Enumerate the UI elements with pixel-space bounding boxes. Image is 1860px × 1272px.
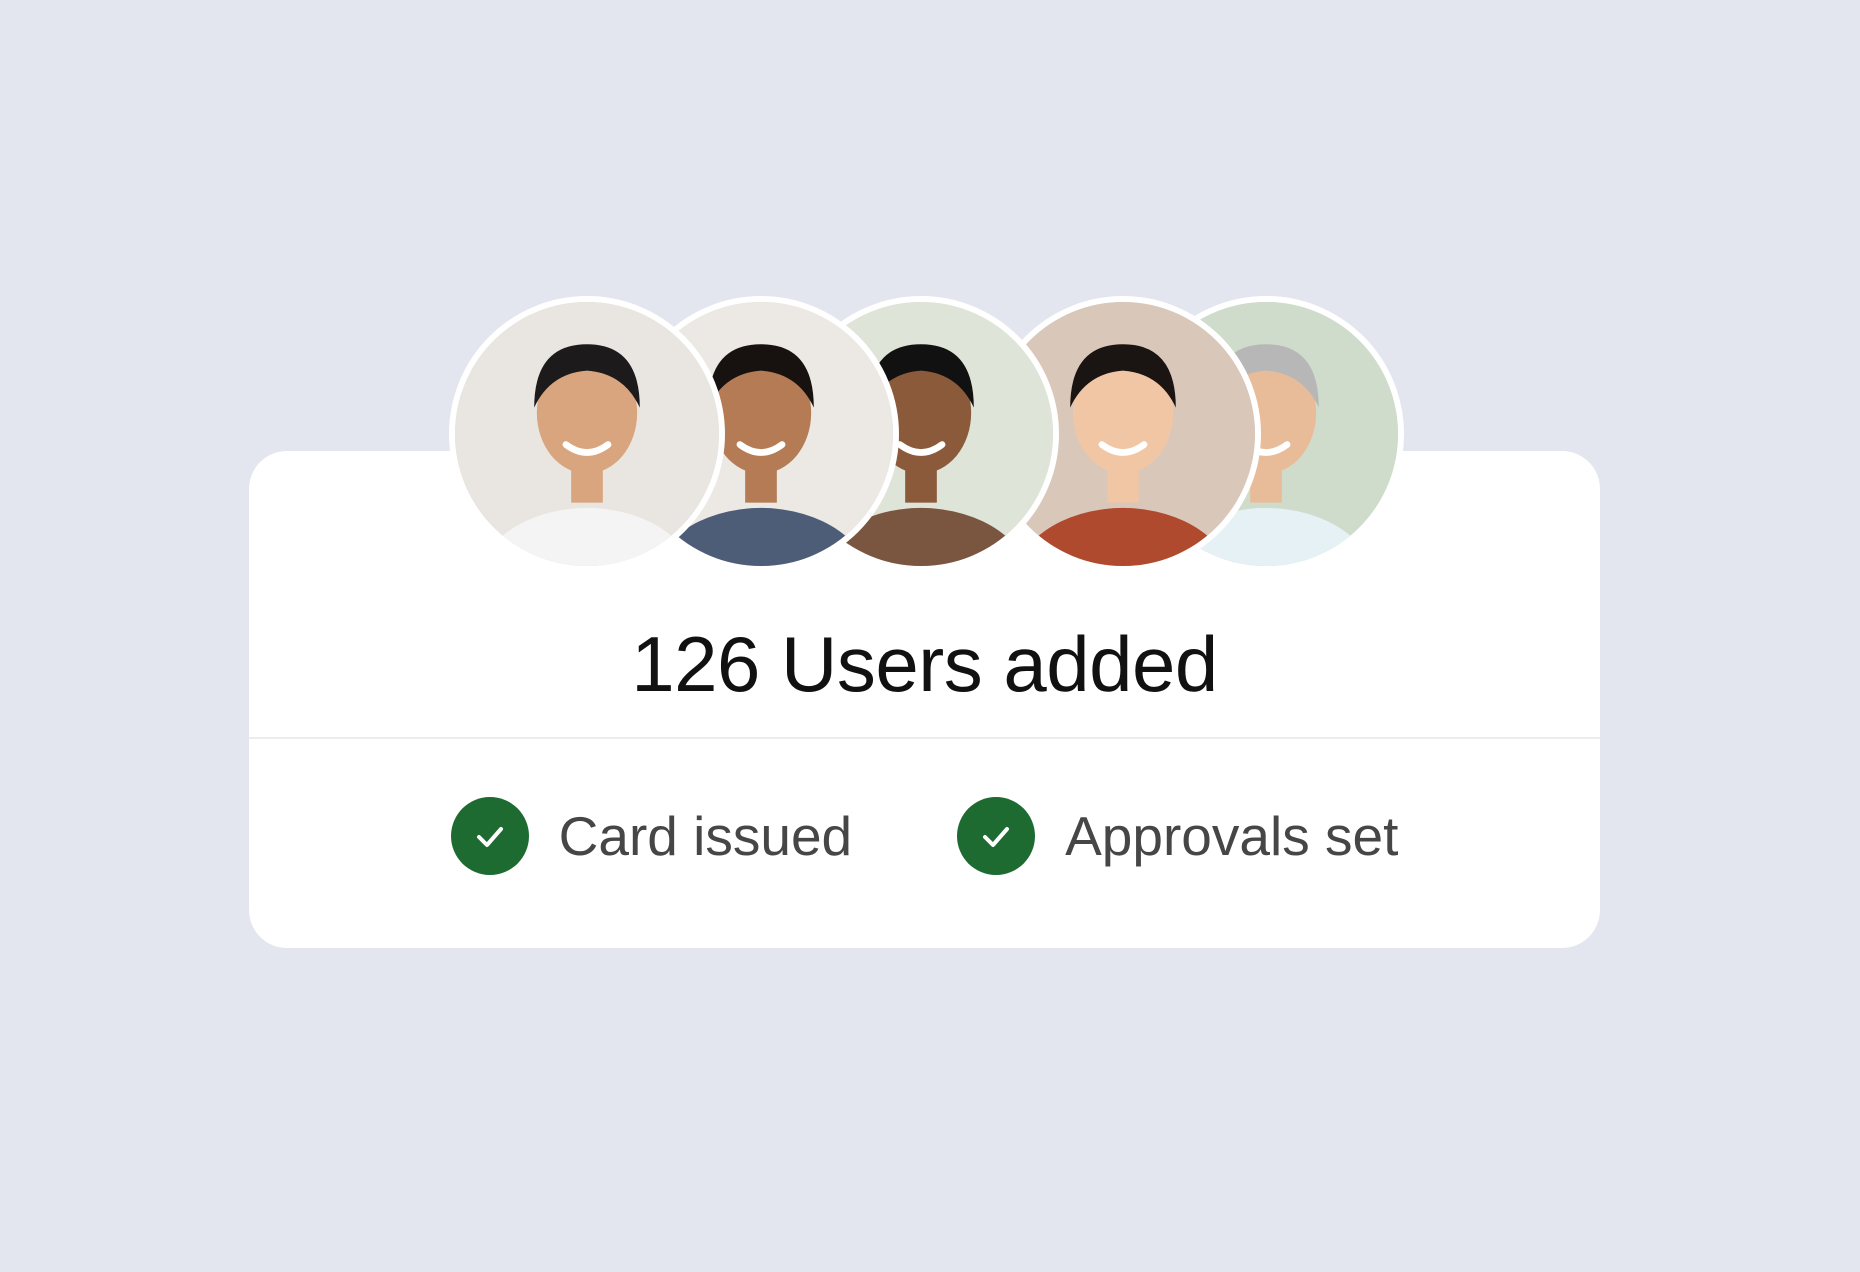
status-approvals-set: Approvals set bbox=[957, 797, 1398, 875]
status-card-issued: Card issued bbox=[450, 797, 853, 875]
users-added-title: 126 Users added bbox=[631, 620, 1218, 708]
card-divider bbox=[249, 737, 1600, 739]
status-list: Card issued Approvals set bbox=[249, 796, 1600, 876]
status-label: Card issued bbox=[558, 805, 853, 867]
check-circle-icon bbox=[450, 797, 529, 875]
user-avatar-1[interactable] bbox=[449, 296, 725, 572]
status-label: Approvals set bbox=[1065, 805, 1399, 867]
check-circle-icon bbox=[957, 797, 1036, 875]
